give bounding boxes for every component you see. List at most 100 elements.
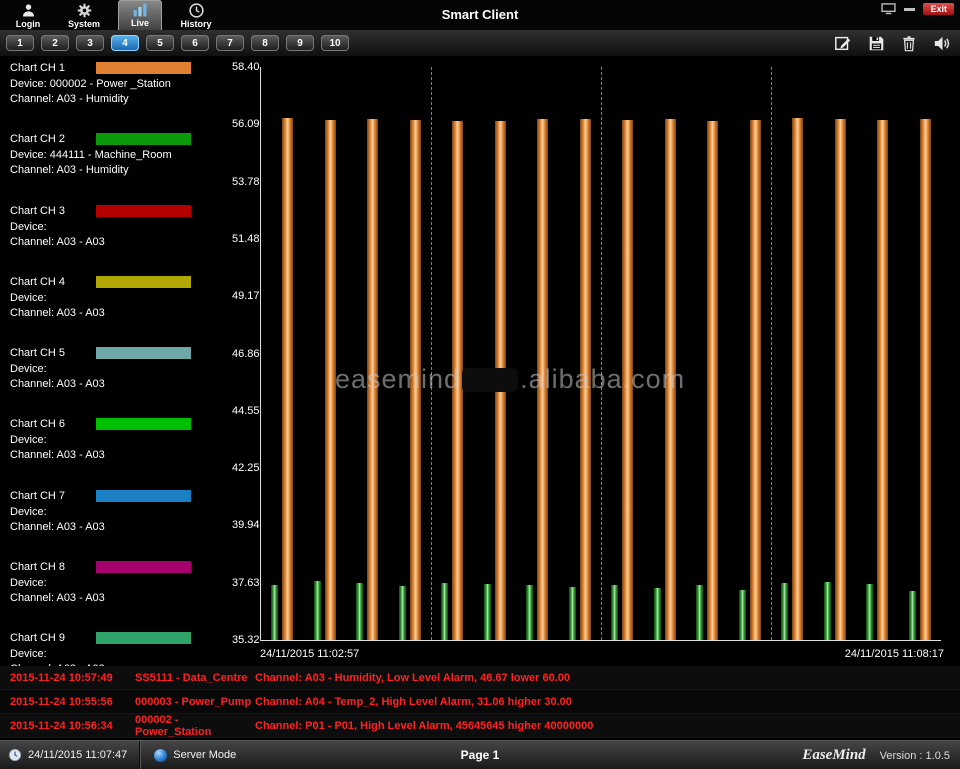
save-button[interactable] — [868, 35, 885, 52]
channel-channel-label: Channel: A03 - A03 — [10, 236, 232, 248]
bar-ch1-humidity — [622, 120, 633, 640]
tab-4[interactable]: 4 — [111, 35, 139, 51]
bar-group — [441, 67, 463, 640]
app-title: Smart Client — [300, 7, 660, 22]
channel-item: Chart CH 6Device:Channel: A03 - A03 — [0, 413, 232, 484]
chart-area: 58.4056.0953.7851.4849.1746.8644.5542.25… — [232, 56, 960, 664]
channel-color-swatch — [96, 632, 191, 644]
edit-button[interactable] — [834, 34, 852, 52]
title-bar: Login System Live History Smart Client E… — [0, 0, 960, 30]
channel-channel-label: Channel: A03 - Humidity — [10, 93, 232, 105]
bar-group — [314, 67, 336, 640]
bar-ch2-humidity — [271, 585, 278, 640]
y-tick-label: 42.25 — [232, 462, 258, 474]
alarm-list: 2015-11-24 10:57:49SS5111 - Data_CentreC… — [0, 666, 960, 738]
tab-1[interactable]: 1 — [6, 35, 34, 51]
bar-group — [356, 67, 378, 640]
bar-ch1-humidity — [282, 118, 293, 640]
tab-8[interactable]: 8 — [251, 35, 279, 51]
trash-icon — [901, 35, 917, 52]
alarm-message: Channel: A04 - Temp_2, High Level Alarm,… — [255, 696, 960, 708]
display-switch-button[interactable] — [881, 3, 896, 15]
channel-name: Chart CH 7 — [10, 490, 96, 502]
tab-7[interactable]: 7 — [216, 35, 244, 51]
alarm-device: SS5111 - Data_Centre — [135, 672, 255, 684]
bar-ch2-humidity — [824, 582, 831, 640]
bar-ch1-humidity — [877, 120, 888, 640]
channel-title-row: Chart CH 5 — [10, 346, 232, 360]
bar-ch2-humidity — [696, 585, 703, 640]
channel-channel-label: Channel: A03 - A03 — [10, 307, 232, 319]
bar-ch2-humidity — [526, 585, 533, 640]
bar-ch1-humidity — [537, 119, 548, 640]
channel-item: Chart CH 3 Device: Channel: A03 - A03 — [0, 200, 232, 271]
channel-title-row: Chart CH 1 — [10, 61, 232, 75]
alarm-time: 2015-11-24 10:56:34 — [10, 720, 135, 732]
status-mode: Server Mode — [173, 749, 236, 761]
live-button[interactable]: Live — [118, 0, 162, 32]
channel-color-swatch — [96, 347, 191, 359]
bar-ch1-humidity — [452, 121, 463, 640]
y-tick-label: 46.86 — [232, 348, 258, 360]
bar-ch1-humidity — [665, 119, 676, 640]
bar-ch2-humidity — [781, 583, 788, 640]
channel-item: Chart CH 7Device:Channel: A03 - A03 — [0, 485, 232, 556]
alarm-device: 000003 - Power_Pump — [135, 696, 255, 708]
channel-name: Chart CH 3 — [10, 205, 96, 217]
tab-9[interactable]: 9 — [286, 35, 314, 51]
channel-device-label: Device: 000002 - Power _Station — [10, 78, 232, 90]
tab-10[interactable]: 10 — [321, 35, 349, 51]
history-clock-icon — [188, 2, 205, 19]
alarm-row[interactable]: 2015-11-24 10:57:49SS5111 - Data_CentreC… — [0, 666, 960, 690]
bar-group — [526, 67, 548, 640]
channel-channel-label: Channel: A03 - A03 — [10, 592, 232, 604]
channel-color-swatch — [96, 276, 191, 288]
channel-title-row: Chart CH 2 — [10, 132, 232, 146]
clock-icon — [8, 748, 22, 762]
bar-ch1-humidity — [410, 120, 421, 640]
bar-ch1-humidity — [580, 119, 591, 640]
channel-color-swatch — [96, 62, 191, 74]
delete-button[interactable] — [901, 35, 917, 52]
sound-button[interactable] — [933, 35, 952, 52]
channel-name: Chart CH 2 — [10, 133, 96, 145]
tab-6[interactable]: 6 — [181, 35, 209, 51]
vertical-gridline — [601, 67, 602, 640]
alarm-row[interactable]: 2015-11-24 10:56:34000002 - Power_Statio… — [0, 714, 960, 738]
tab-3[interactable]: 3 — [76, 35, 104, 51]
bar-ch2-humidity — [866, 584, 873, 640]
main-toolbar: Login System Live History — [6, 0, 218, 30]
bar-ch2-humidity — [739, 590, 746, 640]
save-icon — [868, 35, 885, 52]
tab-5[interactable]: 5 — [146, 35, 174, 51]
channel-title-row: Chart CH 9 — [10, 631, 232, 645]
channel-color-swatch — [96, 490, 191, 502]
channel-name: Chart CH 9 — [10, 632, 96, 644]
live-chart-icon — [131, 2, 149, 18]
bar-ch2-humidity — [909, 591, 916, 640]
alarm-time: 2015-11-24 10:57:49 — [10, 672, 135, 684]
channel-item: Chart CH 4Device:Channel: A03 - A03 — [0, 271, 232, 342]
channel-item: Chart CH 5Device:Channel: A03 - A03 — [0, 342, 232, 413]
login-button[interactable]: Login — [6, 0, 50, 32]
exit-button[interactable]: Exit — [923, 3, 954, 15]
status-bar: 24/11/2015 11:07:47 Server Mode Page 1 E… — [0, 740, 960, 769]
bar-group — [399, 67, 421, 640]
live-label: Live — [131, 18, 149, 28]
tab-2[interactable]: 2 — [41, 35, 69, 51]
channel-color-swatch — [96, 205, 191, 217]
bar-group — [271, 67, 293, 640]
channel-device-label: Device: — [10, 648, 232, 660]
channel-channel-label: Channel: A03 - A03 — [10, 449, 232, 461]
alarm-row[interactable]: 2015-11-24 10:55:56000003 - Power_PumpCh… — [0, 690, 960, 714]
channel-title-row: Chart CH 3 — [10, 204, 232, 218]
window-controls: Exit — [881, 3, 954, 15]
history-button[interactable]: History — [174, 0, 218, 32]
bar-ch1-humidity — [792, 118, 803, 640]
channel-channel-label: Channel: A03 - A03 — [10, 378, 232, 390]
version-label: Version : 1.0.5 — [880, 750, 950, 762]
system-button[interactable]: System — [62, 0, 106, 32]
minimize-icon[interactable] — [904, 8, 915, 11]
channel-device-label: Device: — [10, 221, 232, 233]
channel-name: Chart CH 4 — [10, 276, 96, 288]
